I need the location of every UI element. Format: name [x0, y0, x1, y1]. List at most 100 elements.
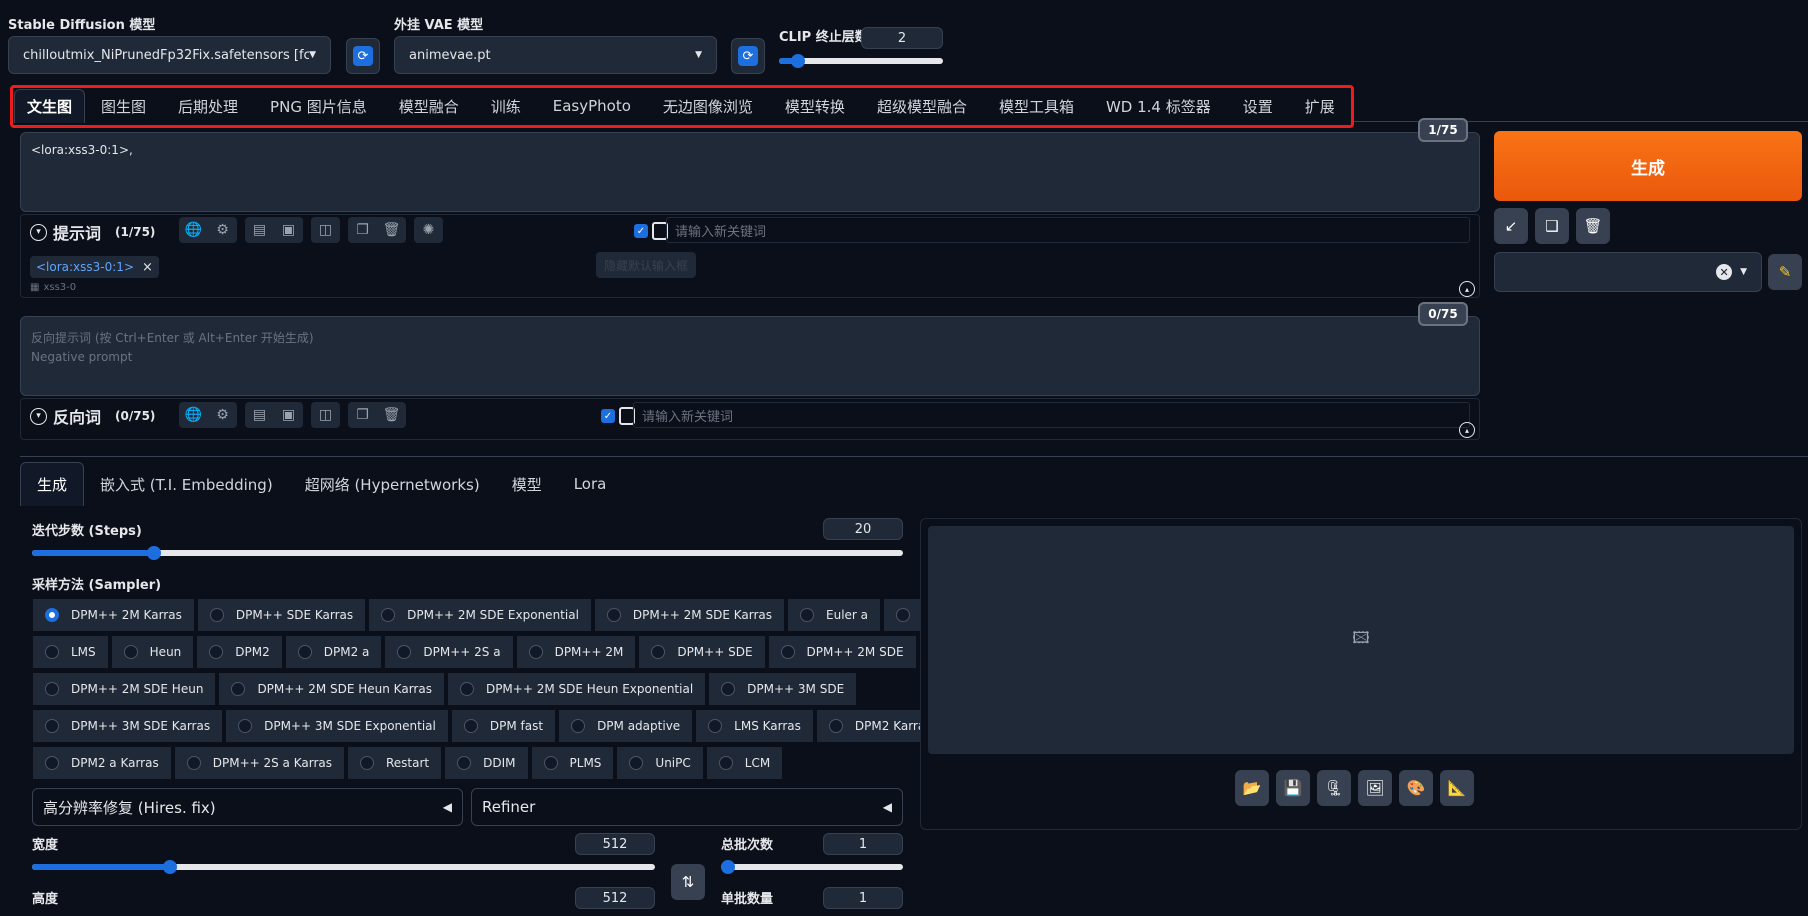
- collapse-up-icon[interactable]: ▴: [1459, 281, 1475, 297]
- negative-keyword-input[interactable]: 请输入新关键词: [633, 402, 1470, 428]
- sampler-option[interactable]: DPM++ 2S a: [384, 635, 514, 669]
- paste-icon[interactable]: ❑: [1535, 208, 1569, 244]
- sampler-option[interactable]: DDIM: [444, 746, 529, 780]
- radio-icon[interactable]: [543, 756, 558, 770]
- width-input[interactable]: 512: [575, 833, 655, 855]
- steps-input[interactable]: 20: [823, 518, 903, 540]
- radio-icon[interactable]: [45, 756, 59, 770]
- sampler-option[interactable]: LMS Karras: [695, 709, 814, 743]
- swap-panel-icon[interactable]: ◫: [311, 402, 340, 428]
- trash-icon[interactable]: 🗑: [1576, 208, 1610, 244]
- sampler-option[interactable]: DPM++ 2M SDE Exponential: [368, 598, 592, 632]
- sampler-option[interactable]: DPM++ SDE: [638, 635, 766, 669]
- swap-dimensions-button[interactable]: ⇅: [671, 864, 705, 900]
- tab-10[interactable]: 模型工具箱: [983, 89, 1090, 123]
- sampler-option[interactable]: DPM++ 2M SDE Heun Exponential: [446, 672, 707, 706]
- trash-icon[interactable]: 🗑: [377, 217, 406, 243]
- palette-icon[interactable]: 🎨: [1399, 770, 1433, 806]
- radio-icon[interactable]: [800, 608, 814, 622]
- sampler-option[interactable]: DPM++ 3M SDE Karras: [32, 709, 224, 743]
- settings-icon[interactable]: ⚙: [208, 402, 237, 428]
- collapse-icon[interactable]: ▾: [30, 223, 47, 241]
- radio-icon[interactable]: [708, 719, 723, 733]
- bookmark-icon[interactable]: ▣: [274, 217, 303, 243]
- clip-value-input[interactable]: 2: [861, 27, 943, 49]
- sampler-option[interactable]: DPM2 a: [284, 635, 383, 669]
- folder-icon[interactable]: 📂: [1235, 770, 1269, 806]
- steps-slider[interactable]: [32, 546, 903, 560]
- radio-icon[interactable]: [651, 645, 666, 659]
- radio-icon[interactable]: [459, 682, 474, 696]
- sub-tab-1[interactable]: 嵌入式 (T.I. Embedding): [84, 462, 289, 506]
- ruler-icon[interactable]: 📐: [1440, 770, 1474, 806]
- bookmark-icon[interactable]: ▣: [274, 402, 303, 428]
- prompt-tag[interactable]: <lora:xss3-0:1> ×: [30, 256, 159, 278]
- edit-styles-icon[interactable]: ✎: [1768, 254, 1802, 290]
- trash-icon[interactable]: 🗑: [377, 402, 406, 428]
- tab-2[interactable]: 后期处理: [162, 89, 254, 123]
- negative-prompt-textarea[interactable]: 反向提示词 (按 Ctrl+Enter 或 Alt+Enter 开始生成) Ne…: [20, 316, 1480, 396]
- clear-icon[interactable]: ✕: [1716, 264, 1733, 280]
- generate-button[interactable]: 生成: [1494, 131, 1802, 201]
- sampler-option[interactable]: DPM++ 2M SDE Heun Karras: [218, 672, 445, 706]
- radio-icon[interactable]: [45, 682, 59, 696]
- copy-icon[interactable]: ❐: [348, 217, 377, 243]
- radio-icon[interactable]: [721, 682, 736, 696]
- batch-count-slider-thumb[interactable]: [721, 860, 735, 874]
- refiner-accordion[interactable]: Refiner ◀: [471, 788, 903, 826]
- prompt-keyword-input[interactable]: 请输入新关键词: [666, 217, 1470, 243]
- radio-icon[interactable]: [828, 719, 843, 733]
- sampler-option[interactable]: DPM++ 2M Karras: [32, 598, 195, 632]
- vae-dropdown[interactable]: animevae.pt ▼: [394, 36, 717, 74]
- radio-icon[interactable]: [718, 756, 733, 770]
- sampler-option[interactable]: DPM fast: [450, 709, 557, 743]
- batch-count-input[interactable]: 1: [823, 833, 903, 855]
- radio-icon[interactable]: [397, 645, 412, 659]
- sampler-option[interactable]: DPM++ 3M SDE: [708, 672, 858, 706]
- clip-slider-thumb[interactable]: [791, 54, 805, 68]
- sampler-option[interactable]: DPM++ 2M SDE Heun: [32, 672, 217, 706]
- collapse-up-icon[interactable]: ▴: [1459, 422, 1475, 438]
- checkbox-checked[interactable]: ✓: [634, 224, 648, 238]
- radio-icon[interactable]: [45, 719, 59, 733]
- read-params-icon[interactable]: ↙: [1494, 208, 1528, 244]
- vae-refresh-button[interactable]: ⟳: [731, 38, 765, 74]
- sampler-option[interactable]: DPM2 a Karras: [32, 746, 172, 780]
- tab-4[interactable]: 模型融合: [383, 89, 475, 123]
- sub-tab-2[interactable]: 超网络 (Hypernetworks): [289, 462, 496, 506]
- radio-icon[interactable]: [231, 682, 246, 696]
- radio-icon[interactable]: [381, 608, 396, 622]
- checkbox-checked[interactable]: ✓: [601, 409, 615, 423]
- sampler-option[interactable]: Restart: [347, 746, 443, 780]
- radio-icon[interactable]: [606, 608, 621, 622]
- sampler-option[interactable]: UniPC: [616, 746, 704, 780]
- sampler-option[interactable]: DPM++ 2M: [515, 635, 637, 669]
- copy-icon[interactable]: ❐: [348, 402, 377, 428]
- sampler-option[interactable]: LMS: [32, 635, 109, 669]
- sampler-option[interactable]: DPM++ 2M SDE Karras: [593, 598, 785, 632]
- width-slider-thumb[interactable]: [163, 860, 177, 874]
- translate-icon[interactable]: 🌐: [179, 402, 208, 428]
- height-input[interactable]: 512: [575, 887, 655, 909]
- steps-slider-thumb[interactable]: [147, 546, 161, 560]
- tab-13[interactable]: 扩展: [1289, 89, 1351, 123]
- hires-fix-accordion[interactable]: 高分辨率修复 (Hires. fix) ◀: [32, 788, 463, 826]
- sampler-option[interactable]: Heun: [110, 635, 195, 669]
- radio-icon[interactable]: [896, 608, 911, 622]
- sampler-option[interactable]: DPM++ 2M SDE: [767, 635, 917, 669]
- radio-icon[interactable]: [457, 756, 472, 770]
- tab-6[interactable]: EasyPhoto: [537, 89, 647, 123]
- tab-0[interactable]: 文生图: [14, 89, 86, 123]
- batch-count-slider[interactable]: [721, 860, 903, 874]
- prompt-textarea[interactable]: <lora:xss3-0:1>,: [20, 132, 1480, 212]
- tab-5[interactable]: 训练: [475, 89, 537, 123]
- history-icon[interactable]: ▤: [245, 402, 274, 428]
- translate-icon[interactable]: 🌐: [179, 217, 208, 243]
- tab-3[interactable]: PNG 图片信息: [254, 89, 383, 123]
- radio-icon[interactable]: [123, 645, 138, 659]
- tab-11[interactable]: WD 1.4 标签器: [1090, 89, 1227, 123]
- openai-icon[interactable]: ✺: [414, 217, 443, 243]
- sampler-option[interactable]: DPM adaptive: [558, 709, 694, 743]
- sampler-option[interactable]: DPM++ 3M SDE Exponential: [225, 709, 449, 743]
- radio-icon[interactable]: [45, 645, 59, 659]
